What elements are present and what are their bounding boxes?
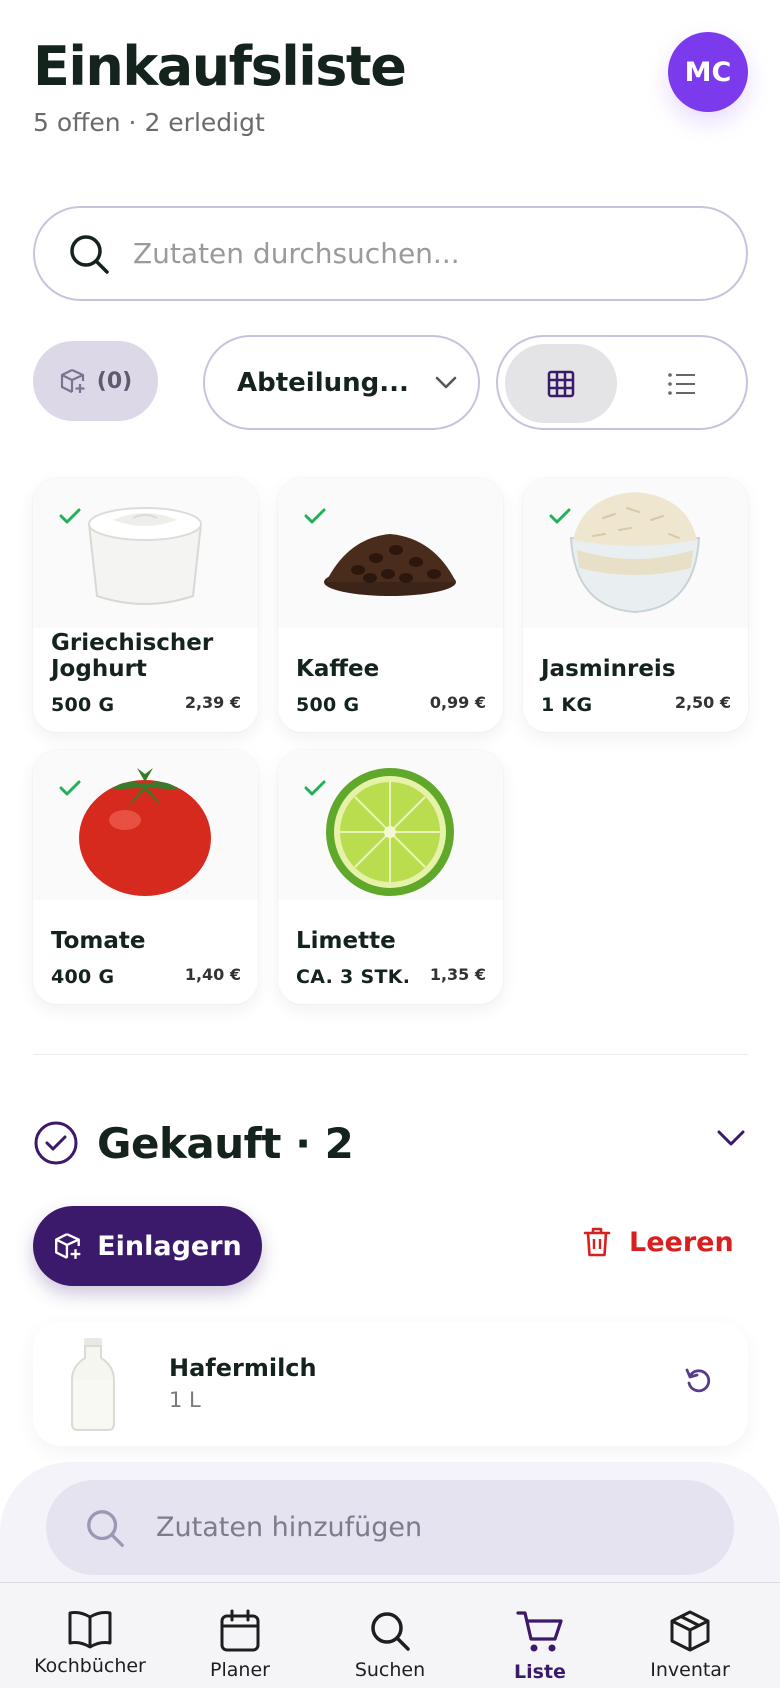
bought-title: Gekauft · 2 bbox=[97, 1118, 354, 1168]
tab-label: Suchen bbox=[354, 1659, 426, 1681]
box-plus-icon bbox=[55, 1233, 81, 1259]
search-input[interactable]: Zutaten durchsuchen... bbox=[33, 206, 748, 301]
tab-label: Planer bbox=[210, 1659, 270, 1681]
pantry-count: (0) bbox=[96, 368, 133, 394]
item-image bbox=[278, 478, 503, 628]
box-icon bbox=[670, 1610, 710, 1652]
chevron-down-icon bbox=[435, 376, 457, 388]
trash-icon bbox=[583, 1227, 611, 1257]
item-name: Griechischer Joghurt bbox=[51, 630, 214, 682]
search-icon bbox=[371, 1612, 410, 1651]
view-toggle bbox=[496, 335, 748, 430]
check-icon bbox=[304, 780, 326, 796]
item-image bbox=[33, 478, 258, 628]
list-item[interactable]: Hafermilch 1 L bbox=[33, 1322, 748, 1446]
tab-label: Kochbücher bbox=[34, 1655, 146, 1677]
item-card[interactable]: Kaffee 500 G 0,99 € bbox=[278, 478, 503, 732]
item-name: Kaffee bbox=[296, 656, 380, 682]
grid-view-button[interactable] bbox=[505, 344, 617, 423]
bought-item-name: Hafermilch bbox=[169, 1354, 317, 1382]
check-icon bbox=[304, 508, 326, 524]
add-placeholder: Zutaten hinzufügen bbox=[156, 1512, 423, 1543]
section-divider bbox=[33, 1054, 748, 1055]
tab-label: Inventar bbox=[650, 1659, 730, 1681]
item-card[interactable]: Griechischer Joghurt 500 G 2,39 € bbox=[33, 478, 258, 732]
store-label: Einlagern bbox=[97, 1230, 242, 1262]
item-image bbox=[278, 750, 503, 900]
item-qty: CA. 3 STK. bbox=[296, 966, 411, 988]
page-header: Einkaufsliste 5 offen · 2 erledigt bbox=[33, 35, 407, 138]
tab-planer[interactable]: Planer bbox=[165, 1609, 315, 1681]
add-ingredient-input[interactable]: Zutaten hinzufügen bbox=[46, 1480, 734, 1575]
cart-icon bbox=[516, 1611, 563, 1652]
item-price: 0,99 € bbox=[429, 693, 486, 712]
item-card[interactable]: Jasminreis 1 KG 2,50 € bbox=[523, 478, 748, 732]
item-name: Jasminreis bbox=[541, 656, 676, 682]
search-icon bbox=[87, 1509, 124, 1547]
item-price: 2,50 € bbox=[674, 693, 731, 712]
grid-icon bbox=[547, 370, 575, 397]
filter-bar: (0) Abteilung... bbox=[33, 335, 748, 430]
department-select[interactable]: Abteilung... bbox=[203, 335, 480, 430]
tab-liste[interactable]: Liste bbox=[465, 1609, 615, 1683]
undo-icon[interactable] bbox=[684, 1366, 712, 1394]
item-qty: 1 KG bbox=[541, 694, 593, 716]
avatar[interactable]: MC bbox=[668, 32, 748, 112]
check-circle-icon bbox=[34, 1121, 78, 1165]
item-image bbox=[523, 478, 748, 628]
clear-label: Leeren bbox=[629, 1226, 734, 1258]
item-name: Limette bbox=[296, 928, 396, 954]
bottom-tab-bar: Kochbücher Planer Suchen Liste Inventar bbox=[0, 1582, 780, 1688]
item-price: 1,40 € bbox=[184, 965, 241, 984]
bought-section-header[interactable]: Gekauft · 2 bbox=[33, 1118, 748, 1168]
page-title: Einkaufsliste bbox=[33, 35, 407, 98]
tab-suchen[interactable]: Suchen bbox=[315, 1609, 465, 1681]
tab-kochbuecher[interactable]: Kochbücher bbox=[15, 1609, 165, 1677]
store-button[interactable]: Einlagern bbox=[33, 1206, 262, 1286]
tab-inventar[interactable]: Inventar bbox=[615, 1609, 765, 1681]
item-card[interactable]: Tomate 400 G 1,40 € bbox=[33, 750, 258, 1004]
item-price: 1,35 € bbox=[429, 965, 486, 984]
chevron-down-icon[interactable] bbox=[716, 1128, 746, 1148]
check-icon bbox=[59, 780, 81, 796]
book-icon bbox=[68, 1611, 112, 1649]
bought-item-qty: 1 L bbox=[169, 1388, 201, 1412]
item-price: 2,39 € bbox=[184, 693, 241, 712]
list-view-button[interactable] bbox=[626, 344, 738, 423]
pantry-filter-chip[interactable]: (0) bbox=[33, 341, 158, 421]
item-card[interactable]: Limette CA. 3 STK. 1,35 € bbox=[278, 750, 503, 1004]
search-placeholder: Zutaten durchsuchen... bbox=[133, 237, 460, 270]
department-label: Abteilung... bbox=[237, 367, 409, 398]
box-plus-icon bbox=[60, 368, 85, 393]
check-icon bbox=[59, 508, 81, 524]
check-icon bbox=[549, 508, 571, 524]
calendar-icon bbox=[220, 1609, 260, 1652]
item-qty: 500 G bbox=[51, 694, 115, 716]
tab-label: Liste bbox=[514, 1661, 566, 1683]
clear-button[interactable]: Leeren bbox=[583, 1226, 734, 1258]
item-image bbox=[33, 750, 258, 900]
item-qty: 500 G bbox=[296, 694, 360, 716]
item-qty: 400 G bbox=[51, 966, 115, 988]
item-image bbox=[71, 1338, 115, 1431]
search-icon bbox=[70, 234, 109, 274]
list-icon bbox=[668, 372, 695, 395]
page-subtitle: 5 offen · 2 erledigt bbox=[33, 108, 265, 137]
item-name: Tomate bbox=[51, 928, 146, 954]
